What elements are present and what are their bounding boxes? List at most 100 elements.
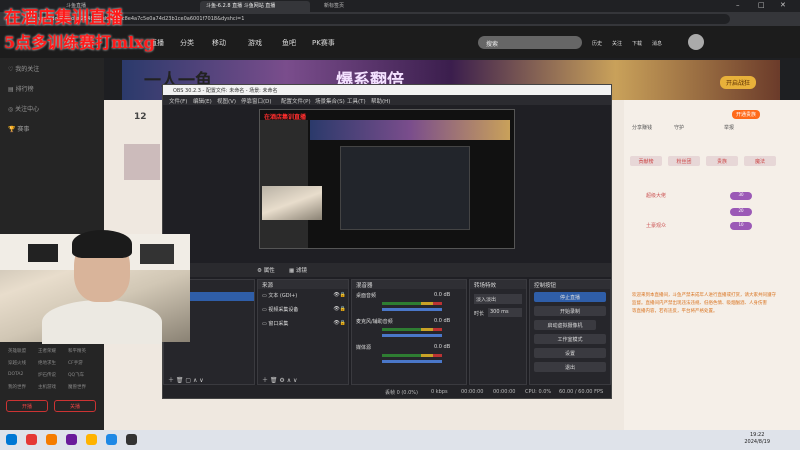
- guard-label[interactable]: 守护: [674, 124, 684, 131]
- history-link[interactable]: 历史: [592, 40, 602, 47]
- tab-noble[interactable]: 贵族: [706, 156, 738, 166]
- report-label[interactable]: 举报: [724, 124, 734, 131]
- studio-mode-button[interactable]: 工作室模式: [534, 334, 606, 344]
- tab-fans[interactable]: 粉丝团: [668, 156, 700, 166]
- start-icon[interactable]: [6, 434, 17, 445]
- user-mention[interactable]: 土豪观众: [646, 222, 666, 229]
- maximize-icon[interactable]: □: [758, 1, 765, 9]
- properties-button[interactable]: ⚙ 属性: [257, 266, 275, 274]
- nav-item[interactable]: 鱼吧: [282, 38, 296, 48]
- avatar[interactable]: [688, 34, 704, 50]
- sidebar-link[interactable]: 我的世界: [8, 384, 26, 390]
- sidebar-link[interactable]: 英雄联盟: [8, 348, 26, 354]
- anchor-thumbnail[interactable]: [124, 144, 160, 180]
- start-live-button[interactable]: 开播: [6, 400, 48, 412]
- duration-input[interactable]: 300 ms: [488, 308, 522, 317]
- audio-meter: [382, 328, 442, 331]
- nav-item[interactable]: 移动: [212, 38, 226, 48]
- volume-slider[interactable]: [382, 334, 442, 337]
- message-link[interactable]: 消息: [652, 40, 662, 47]
- banner-cta-button[interactable]: 开启战狂: [720, 76, 757, 89]
- eye-icon[interactable]: 👁🔒: [333, 320, 346, 326]
- nav-item[interactable]: 分类: [180, 38, 194, 48]
- sidebar-link[interactable]: 魔兽世界: [68, 384, 86, 390]
- minimize-icon[interactable]: –: [736, 1, 740, 9]
- obs-preview[interactable]: 在酒店集训直播: [259, 109, 515, 249]
- stream-overlay-title: 在酒店集训直播: [4, 8, 123, 28]
- sidebar-item-rank[interactable]: ▤ 排行榜: [8, 84, 34, 93]
- obs-icon[interactable]: [126, 434, 137, 445]
- webcam-monitor: [28, 244, 58, 262]
- source-row[interactable]: ▭ 视频采集设备 👁🔒: [262, 306, 346, 315]
- url-input[interactable]: www.douyu.com/2548?dyshid=f8c8e4a7c5e0a7…: [30, 14, 730, 24]
- filters-button[interactable]: ▦ 滤镜: [289, 266, 307, 274]
- scene-add-icon[interactable]: ＋ 🗑 ▢ ∧ ∨: [168, 375, 204, 384]
- stop-live-button[interactable]: 关播: [54, 400, 96, 412]
- noble-button[interactable]: 开通贵族: [732, 110, 761, 119]
- app-icon[interactable]: [46, 434, 57, 445]
- folder-icon[interactable]: [86, 434, 97, 445]
- eye-icon[interactable]: 👁🔒: [333, 306, 346, 312]
- sidebar-item-events[interactable]: 🏆 赛事: [8, 124, 29, 133]
- webcam-overlay: [0, 230, 190, 344]
- close-icon[interactable]: ✕: [780, 1, 786, 9]
- nav-item[interactable]: 游戏: [248, 38, 262, 48]
- stream-overlay-subtitle: 5点多训练赛打mlxg: [4, 33, 155, 52]
- volume-slider[interactable]: [382, 308, 442, 311]
- menu-docks[interactable]: 停靠窗口(D): [241, 97, 272, 105]
- eye-icon[interactable]: 👁🔒: [333, 292, 346, 298]
- sidebar-link[interactable]: 炉石传说: [38, 372, 56, 378]
- app-icon[interactable]: [66, 434, 77, 445]
- menu-edit[interactable]: 编辑(E): [193, 97, 212, 105]
- tab-contribution[interactable]: 贡献榜: [630, 156, 662, 166]
- search-input[interactable]: 搜索: [478, 36, 582, 49]
- chat-line: 等直播内容，若有违反，平台将严格处置。: [632, 309, 718, 314]
- menu-help[interactable]: 帮助(H): [371, 97, 390, 105]
- sidebar-link[interactable]: 穿越火线: [8, 360, 26, 366]
- stop-streaming-button[interactable]: 停止直播: [534, 292, 606, 302]
- menu-view[interactable]: 视图(V): [217, 97, 236, 105]
- menu-profile[interactable]: 配置文件(P): [281, 97, 311, 105]
- transitions-dock-title: 转场特效: [470, 280, 526, 289]
- transition-select[interactable]: 淡入淡出: [474, 294, 522, 304]
- sidebar-link[interactable]: 主机游戏: [38, 384, 56, 390]
- cpu-usage: CPU: 0.0%: [525, 389, 552, 395]
- menu-tools[interactable]: 工具(T): [347, 97, 366, 105]
- sidebar-item-center[interactable]: ◎ 关注中心: [8, 104, 39, 113]
- exit-button[interactable]: 退出: [534, 362, 606, 372]
- source-row[interactable]: ▭ 文本 (GDI+) 👁🔒: [262, 292, 346, 301]
- sidebar-link[interactable]: 王者荣耀: [38, 348, 56, 354]
- source-add-icon[interactable]: ＋ 🗑 ⚙ ∧ ∨: [262, 375, 297, 384]
- system-clock: 19:22 2024/8/19: [744, 432, 770, 446]
- sidebar-item-follow[interactable]: ♡ 我的关注: [8, 64, 39, 73]
- menu-file[interactable]: 文件(F): [169, 97, 187, 105]
- obs-window[interactable]: OBS 30.2.3 - 配置文件: 未命名 - 场景: 未命名 文件(F) 编…: [162, 84, 612, 399]
- app-icon[interactable]: [26, 434, 37, 445]
- webcam-person-shirt: [42, 300, 162, 344]
- sidebar-link[interactable]: QQ飞车: [68, 372, 84, 378]
- start-recording-button[interactable]: 开始录制: [534, 306, 606, 316]
- virtual-camera-button[interactable]: 启动虚拟摄像机: [534, 320, 596, 330]
- browser-tab[interactable]: 新标签页: [318, 1, 378, 12]
- sidebar-link[interactable]: CF手游: [68, 360, 83, 366]
- transitions-dock: 转场特效 淡入淡出 时长 300 ms: [469, 279, 527, 385]
- browser-icon[interactable]: [106, 434, 117, 445]
- follow-link[interactable]: 关注: [612, 40, 622, 47]
- source-row[interactable]: ▭ 窗口采集 👁🔒: [262, 320, 346, 329]
- user-mention[interactable]: 超级大佬: [646, 192, 666, 199]
- sources-dock-title: 来源: [258, 280, 348, 289]
- download-link[interactable]: 下载: [632, 40, 642, 47]
- mixer-dock-title: 混音器: [352, 280, 466, 289]
- nav-item[interactable]: PK赛事: [312, 38, 335, 48]
- volume-slider[interactable]: [382, 360, 442, 363]
- tab-magic[interactable]: 魔法: [744, 156, 776, 166]
- settings-button[interactable]: 设置: [534, 348, 606, 358]
- sidebar-link[interactable]: DOTA2: [8, 372, 23, 377]
- sidebar-link[interactable]: 绝地求生: [38, 360, 56, 366]
- share-label[interactable]: 分享赚钱: [632, 124, 652, 131]
- sidebar-link[interactable]: 和平精英: [68, 348, 86, 354]
- browser-tab-active[interactable]: 斗鱼-6.2.8 直播 斗鱼网站 直播: [200, 1, 310, 12]
- menu-scene-collection[interactable]: 场景集合(S): [315, 97, 345, 105]
- obs-status-bar: 丢帧 0 (0.0%) 0 kbps 00:00:00 00:00:00 CPU…: [163, 385, 611, 398]
- nested-obs-window: [340, 146, 470, 230]
